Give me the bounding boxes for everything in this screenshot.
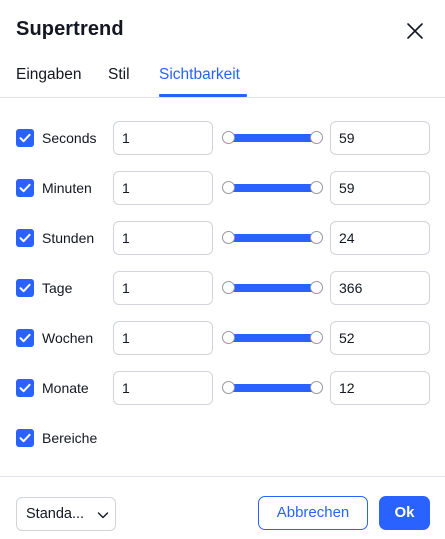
months-to-input[interactable]: 12: [330, 371, 430, 405]
months-range-slider[interactable]: [222, 381, 323, 395]
weeks-to-input[interactable]: 52: [330, 321, 430, 355]
row-label-minutes: Minuten: [42, 180, 92, 196]
row-label-hours: Stunden: [42, 230, 95, 246]
checkmark-icon: [19, 333, 31, 343]
row-label-seconds: Seconds: [42, 130, 97, 146]
days-to-input[interactable]: 366: [330, 271, 430, 305]
slider-handle-min[interactable]: [222, 381, 235, 394]
checkmark-icon: [19, 133, 31, 143]
slider-track: [228, 334, 316, 342]
checkbox-seconds[interactable]: [16, 129, 34, 147]
row-label-days: Tage: [42, 280, 73, 296]
tab-visibility[interactable]: Sichtbarkeit: [159, 66, 240, 97]
cancel-button[interactable]: Abbrechen: [258, 496, 368, 530]
hours-to-input[interactable]: 24: [330, 221, 430, 255]
tab-inputs[interactable]: Eingaben: [16, 66, 82, 97]
visibility-row-minutes: Minuten 1 59: [0, 171, 445, 205]
minutes-range-slider[interactable]: [222, 181, 323, 195]
tab-bar: Eingaben Stil Sichtbarkeit: [0, 60, 445, 98]
slider-track: [228, 384, 316, 392]
slider-handle-min[interactable]: [222, 331, 235, 344]
hours-range-slider[interactable]: [222, 231, 323, 245]
checkbox-days[interactable]: [16, 279, 34, 297]
checkmark-icon: [19, 283, 31, 293]
months-from-input[interactable]: 1: [113, 371, 213, 405]
days-from-input[interactable]: 1: [113, 271, 213, 305]
visibility-row-months: Monate 1 12: [0, 371, 445, 405]
seconds-to-input[interactable]: 59: [330, 121, 430, 155]
checkmark-icon: [19, 433, 31, 443]
checkbox-ranges[interactable]: [16, 429, 34, 447]
slider-track: [228, 134, 316, 142]
visibility-row-ranges: Bereiche: [0, 421, 445, 455]
seconds-range-slider[interactable]: [222, 131, 323, 145]
visibility-row-weeks: Wochen 1 52: [0, 321, 445, 355]
slider-handle-max[interactable]: [310, 281, 323, 294]
slider-handle-min[interactable]: [222, 231, 235, 244]
slider-handle-max[interactable]: [310, 131, 323, 144]
visibility-row-seconds: Seconds 1 59: [0, 121, 445, 155]
checkbox-weeks[interactable]: [16, 329, 34, 347]
template-dropdown[interactable]: Standa...: [16, 497, 116, 531]
slider-handle-max[interactable]: [310, 181, 323, 194]
close-icon: [407, 23, 423, 39]
tab-style[interactable]: Stil: [108, 66, 130, 97]
weeks-range-slider[interactable]: [222, 331, 323, 345]
active-tab-indicator: [159, 94, 247, 97]
template-dropdown-value: Standa...: [26, 506, 85, 522]
checkmark-icon: [19, 233, 31, 243]
checkbox-hours[interactable]: [16, 229, 34, 247]
dialog-header: Supertrend: [0, 0, 445, 60]
hours-from-input[interactable]: 1: [113, 221, 213, 255]
slider-handle-max[interactable]: [310, 331, 323, 344]
close-button[interactable]: [400, 16, 430, 46]
slider-handle-min[interactable]: [222, 181, 235, 194]
supertrend-settings-dialog: Supertrend Eingaben Stil Sichtbarkeit Se…: [0, 0, 445, 539]
seconds-from-input[interactable]: 1: [113, 121, 213, 155]
slider-handle-max[interactable]: [310, 231, 323, 244]
weeks-from-input[interactable]: 1: [113, 321, 213, 355]
checkmark-icon: [19, 183, 31, 193]
days-range-slider[interactable]: [222, 281, 323, 295]
minutes-to-input[interactable]: 59: [330, 171, 430, 205]
row-label-ranges: Bereiche: [42, 430, 98, 446]
slider-handle-max[interactable]: [310, 381, 323, 394]
chevron-down-icon: [97, 512, 109, 519]
checkmark-icon: [19, 383, 31, 393]
slider-handle-min[interactable]: [222, 131, 235, 144]
checkbox-months[interactable]: [16, 379, 34, 397]
visibility-row-days: Tage 1 366: [0, 271, 445, 305]
slider-track: [228, 234, 316, 242]
slider-track: [228, 184, 316, 192]
minutes-from-input[interactable]: 1: [113, 171, 213, 205]
dialog-title: Supertrend: [16, 18, 124, 40]
checkbox-minutes[interactable]: [16, 179, 34, 197]
row-label-weeks: Wochen: [42, 330, 94, 346]
slider-handle-min[interactable]: [222, 281, 235, 294]
ok-button[interactable]: Ok: [379, 496, 430, 530]
slider-track: [228, 284, 316, 292]
footer-divider: [0, 476, 445, 477]
visibility-row-hours: Stunden 1 24: [0, 221, 445, 255]
row-label-months: Monate: [42, 380, 89, 396]
